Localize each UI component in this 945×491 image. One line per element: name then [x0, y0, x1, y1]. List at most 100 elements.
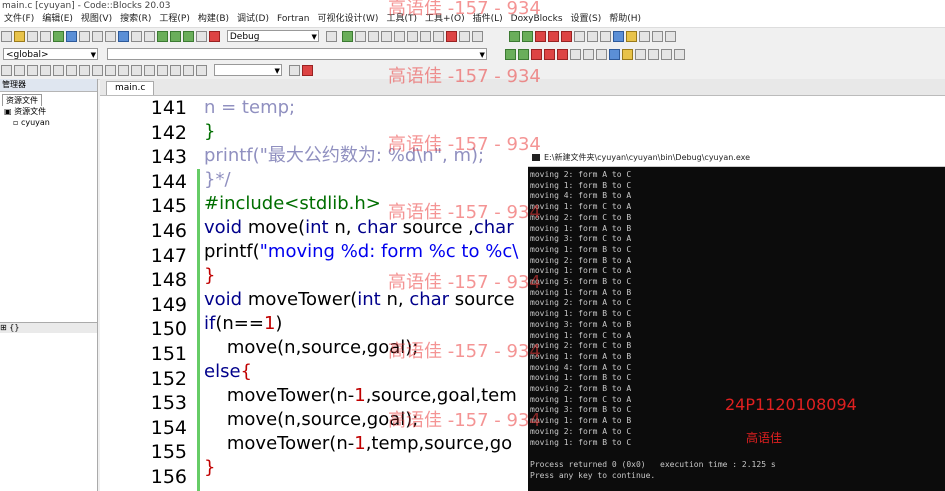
open-folder-icon[interactable]: [14, 31, 25, 42]
tree-root[interactable]: ▣ 资源文件: [4, 106, 97, 117]
frame-icon[interactable]: [118, 65, 129, 76]
menu-item-6[interactable]: 调试(D): [233, 12, 273, 27]
copy-icon[interactable]: [92, 31, 103, 42]
grid-icon[interactable]: [40, 65, 51, 76]
step-instruction-icon[interactable]: [419, 31, 431, 42]
tree-child-label: cyuyan: [20, 118, 50, 127]
text-cursor-icon[interactable]: [14, 65, 25, 76]
menu-item-3[interactable]: 搜索(R): [116, 12, 155, 27]
find-icon[interactable]: [118, 31, 129, 42]
watermark: 高语佳 -157 - 934: [388, 341, 541, 362]
menu-item-5[interactable]: 构建(B): [194, 12, 233, 27]
debug-run-icon[interactable]: [341, 31, 353, 42]
break-icon[interactable]: [432, 31, 444, 42]
redo-icon[interactable]: [66, 31, 77, 42]
align-left-icon[interactable]: [66, 65, 77, 76]
zoom-in-icon[interactable]: [157, 65, 168, 76]
show-select-target-icon[interactable]: [325, 31, 337, 42]
menu-item-0[interactable]: 文件(F): [0, 12, 38, 27]
comment-icon[interactable]: [586, 31, 598, 42]
match-case-icon[interactable]: [27, 65, 38, 76]
next-function-icon[interactable]: [517, 49, 529, 60]
nav-back-icon[interactable]: [647, 49, 659, 60]
menu-item-14[interactable]: 帮助(H): [605, 12, 645, 27]
scope-select[interactable]: <global> ▼: [3, 48, 98, 60]
search-run-icon[interactable]: [288, 65, 300, 76]
jump-back-icon[interactable]: [508, 31, 520, 42]
tree-child[interactable]: ▫ cyuyan: [4, 117, 97, 128]
abort-icon[interactable]: [209, 31, 220, 42]
align-center-icon[interactable]: [79, 65, 90, 76]
step-into-icon[interactable]: [380, 31, 392, 42]
bookmark-prev-icon[interactable]: [547, 31, 559, 42]
stream-comment-icon[interactable]: [595, 49, 607, 60]
build-run-icon[interactable]: [183, 31, 194, 42]
console-window[interactable]: E:\新建文件夹\cyuyan\cyuyan\bin\Debug\cyuyan.…: [528, 150, 945, 491]
c-format-icon[interactable]: [196, 65, 207, 76]
menu-item-4[interactable]: 工程(P): [155, 12, 193, 27]
doxy-icon[interactable]: [612, 31, 624, 42]
search-combo[interactable]: ▼: [213, 64, 282, 76]
select-icon[interactable]: [1, 65, 12, 76]
replace-icon[interactable]: [131, 31, 142, 42]
step-out-icon[interactable]: [393, 31, 405, 42]
goto-next-icon[interactable]: [664, 31, 676, 42]
tab-main-c[interactable]: main.c: [106, 81, 155, 95]
doxy-help-icon[interactable]: [625, 31, 637, 42]
paste-icon[interactable]: [105, 31, 116, 42]
prev-function-icon[interactable]: [504, 49, 516, 60]
align-right-icon[interactable]: [92, 65, 103, 76]
next-line-icon[interactable]: [367, 31, 379, 42]
cut-icon[interactable]: [79, 31, 90, 42]
box-icon[interactable]: [105, 65, 116, 76]
stop-debug-icon[interactable]: [445, 31, 457, 42]
build-target-select[interactable]: Debug ▼: [226, 30, 319, 42]
doxywizard-icon[interactable]: [621, 49, 633, 60]
panel-icon[interactable]: [131, 65, 142, 76]
console-line: moving 2: form A to C: [530, 426, 632, 436]
debug-windows-icon[interactable]: [458, 31, 470, 42]
code-line-145: #include<stdlib.h>: [204, 193, 381, 214]
doxygen-icon[interactable]: [608, 49, 620, 60]
save-all-icon[interactable]: [40, 31, 51, 42]
rebuild-icon[interactable]: [196, 31, 207, 42]
tab-resources[interactable]: 资源文件: [2, 94, 42, 106]
window-icon[interactable]: [144, 65, 155, 76]
build-icon[interactable]: [157, 31, 168, 42]
goto-prev-icon[interactable]: [651, 31, 663, 42]
layout-icon[interactable]: [53, 65, 64, 76]
next-instruction-icon[interactable]: [406, 31, 418, 42]
menu-item-1[interactable]: 编辑(E): [38, 12, 77, 27]
extract-icon[interactable]: [634, 49, 646, 60]
uncomment-icon[interactable]: [599, 31, 611, 42]
menu-item-7[interactable]: Fortran: [273, 12, 314, 27]
new-file-icon[interactable]: [1, 31, 12, 42]
s-format-icon[interactable]: [183, 65, 194, 76]
block-comment-icon[interactable]: [582, 49, 594, 60]
next-bookmark-icon[interactable]: [556, 49, 568, 60]
search-highlight-icon[interactable]: [301, 65, 313, 76]
bookmark-clear-icon[interactable]: [573, 31, 585, 42]
menu-item-2[interactable]: 视图(V): [77, 12, 116, 27]
jump-forward-icon[interactable]: [521, 31, 533, 42]
zoom-out-icon[interactable]: [170, 65, 181, 76]
save-icon[interactable]: [27, 31, 38, 42]
info-icon[interactable]: [471, 31, 483, 42]
run-to-cursor-icon[interactable]: [354, 31, 366, 42]
undo-icon[interactable]: [53, 31, 64, 42]
project-tree: ▣ 资源文件 ▫ cyuyan: [0, 106, 97, 128]
doxy-run-icon[interactable]: [638, 31, 650, 42]
function-select[interactable]: ▼: [106, 48, 487, 60]
settings-icon[interactable]: [144, 31, 155, 42]
code-line-150: if(n==1): [204, 313, 283, 334]
bookmark-next-icon[interactable]: [560, 31, 572, 42]
menu-item-13[interactable]: 设置(S): [567, 12, 606, 27]
prev-bookmark-icon[interactable]: [543, 49, 555, 60]
nav-dot-icon[interactable]: [660, 49, 672, 60]
run-icon[interactable]: [170, 31, 181, 42]
nav-forward-icon[interactable]: [673, 49, 685, 60]
clear-bookmarks-icon[interactable]: [569, 49, 581, 60]
menu-item-8[interactable]: 可视化设计(W): [314, 12, 383, 27]
bookmark-toggle-icon[interactable]: [534, 31, 546, 42]
toggle-bookmark-icon[interactable]: [530, 49, 542, 60]
